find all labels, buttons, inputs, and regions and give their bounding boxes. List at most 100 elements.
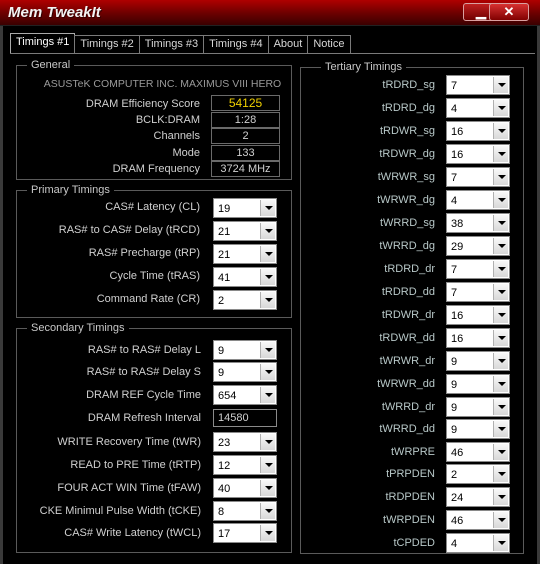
twr-select[interactable]: 23	[213, 432, 277, 452]
trdwr-sg-select[interactable]: 16	[446, 121, 510, 141]
tab-about[interactable]: About	[267, 35, 309, 53]
tfaw-select[interactable]: 40	[213, 478, 277, 498]
chevron-down-icon[interactable]	[493, 123, 508, 139]
twrwr-dd-label: tWRWR_dd	[377, 378, 435, 390]
cas-latency-label: CAS# Latency (CL)	[105, 201, 200, 213]
chevron-down-icon[interactable]	[260, 503, 275, 519]
chevron-down-icon[interactable]	[493, 192, 508, 208]
chevron-down-icon[interactable]	[260, 387, 275, 403]
tprpden-select[interactable]: 2	[446, 464, 510, 484]
dram-efficiency-value: 54125	[211, 95, 280, 111]
trdrd-dr-select[interactable]: 7	[446, 259, 510, 279]
chevron-down-icon[interactable]	[493, 535, 508, 551]
twrrd-dg-value: 29	[451, 241, 464, 253]
chevron-down-icon[interactable]	[493, 284, 508, 300]
tcpded-select[interactable]: 4	[446, 533, 510, 553]
chevron-down-icon[interactable]	[493, 169, 508, 185]
chevron-down-icon[interactable]	[260, 246, 275, 262]
trp-label: RAS# Precharge (tRP)	[88, 247, 200, 259]
chevron-down-icon[interactable]	[260, 292, 275, 308]
tab-timings-3[interactable]: Timings #3	[138, 35, 205, 53]
twrrd-dr-value: 9	[451, 402, 458, 414]
tprpden-label: tPRPDEN	[386, 468, 435, 480]
trdwr-sg-value: 16	[451, 126, 464, 138]
tab-timings-2[interactable]: Timings #2	[74, 35, 140, 53]
chevron-down-icon[interactable]	[493, 77, 508, 93]
twrrd-dg-select[interactable]: 29	[446, 236, 510, 256]
twrwr-dd-select[interactable]: 9	[446, 374, 510, 394]
chevron-down-icon[interactable]	[493, 444, 508, 460]
chevron-down-icon[interactable]	[260, 364, 275, 380]
chevron-down-icon[interactable]	[493, 376, 508, 392]
tab-timings-1[interactable]: Timings #1	[10, 33, 76, 53]
chevron-down-icon[interactable]	[260, 457, 275, 473]
trdwr-dg-select[interactable]: 16	[446, 144, 510, 164]
tras-select[interactable]: 41	[213, 267, 277, 287]
tertiary-timings-title: Tertiary Timings	[321, 60, 407, 74]
chevron-down-icon[interactable]	[260, 269, 275, 285]
cas-latency-select[interactable]: 19	[213, 198, 277, 218]
trrd-l-select[interactable]: 9	[213, 340, 277, 360]
tras-value: 41	[218, 272, 231, 284]
chevron-down-icon[interactable]	[493, 100, 508, 116]
tras-label: Cycle Time (tRAS)	[109, 270, 200, 282]
trfc-select[interactable]: 654	[213, 385, 277, 405]
trefi-value[interactable]: 14580	[213, 409, 277, 427]
chevron-down-icon[interactable]	[493, 489, 508, 505]
twrrd-dd-select[interactable]: 9	[446, 419, 510, 439]
tcke-select[interactable]: 8	[213, 501, 277, 521]
minimize-icon: ▁	[476, 4, 486, 19]
twrwr-sg-select[interactable]: 7	[446, 167, 510, 187]
trdpden-select[interactable]: 24	[446, 487, 510, 507]
chevron-down-icon[interactable]	[493, 215, 508, 231]
trp-select[interactable]: 21	[213, 244, 277, 264]
tab-notice[interactable]: Notice	[307, 35, 351, 53]
twrrd-dr-select[interactable]: 9	[446, 397, 510, 417]
trcd-select[interactable]: 21	[213, 221, 277, 241]
chevron-down-icon[interactable]	[493, 146, 508, 162]
chevron-down-icon[interactable]	[260, 200, 275, 216]
chevron-down-icon[interactable]	[493, 466, 508, 482]
chevron-down-icon[interactable]	[493, 421, 508, 437]
twrpden-select[interactable]: 46	[446, 510, 510, 530]
trrd-s-select[interactable]: 9	[213, 362, 277, 382]
trdwr-dd-value: 16	[451, 333, 464, 345]
twrwr-dr-select[interactable]: 9	[446, 351, 510, 371]
chevron-down-icon[interactable]	[493, 512, 508, 528]
trrd-l-value: 9	[218, 345, 225, 357]
twrpre-label: tWRPRE	[391, 446, 435, 458]
trdrd-dd-label: tRDRD_dd	[381, 286, 435, 298]
chevron-down-icon[interactable]	[493, 307, 508, 323]
trdrd-dg-select[interactable]: 4	[446, 98, 510, 118]
chevron-down-icon[interactable]	[493, 353, 508, 369]
twrpre-value: 46	[451, 447, 464, 459]
twrpre-select[interactable]: 46	[446, 442, 510, 462]
chevron-down-icon[interactable]	[493, 399, 508, 415]
chevron-down-icon[interactable]	[493, 330, 508, 346]
twrwr-dd-value: 9	[451, 379, 458, 391]
trtp-select[interactable]: 12	[213, 455, 277, 475]
twcl-select[interactable]: 17	[213, 523, 277, 543]
trdrd-dd-select[interactable]: 7	[446, 282, 510, 302]
tcpded-label: tCPDED	[393, 537, 435, 549]
tab-timings-4[interactable]: Timings #4	[203, 35, 269, 53]
trdwr-dd-select[interactable]: 16	[446, 328, 510, 348]
twrrd-sg-select[interactable]: 38	[446, 213, 510, 233]
chevron-down-icon[interactable]	[260, 525, 275, 541]
chevron-down-icon[interactable]	[260, 480, 275, 496]
twrwr-dg-select[interactable]: 4	[446, 190, 510, 210]
general-group-title: General	[27, 58, 75, 72]
trdwr-dr-select[interactable]: 16	[446, 305, 510, 325]
twrrd-dg-label: tWRRD_dg	[379, 240, 435, 252]
chevron-down-icon[interactable]	[260, 223, 275, 239]
close-button[interactable]: ✕	[489, 3, 529, 21]
chevron-down-icon[interactable]	[493, 261, 508, 277]
trfc-value: 654	[218, 390, 237, 402]
chevron-down-icon[interactable]	[260, 342, 275, 358]
chevron-down-icon[interactable]	[260, 434, 275, 450]
trdrd-sg-value: 7	[451, 80, 458, 92]
trdrd-sg-select[interactable]: 7	[446, 75, 510, 95]
chevron-down-icon[interactable]	[493, 238, 508, 254]
command-rate-select[interactable]: 2	[213, 290, 277, 310]
twrrd-sg-label: tWRRD_sg	[379, 217, 435, 229]
